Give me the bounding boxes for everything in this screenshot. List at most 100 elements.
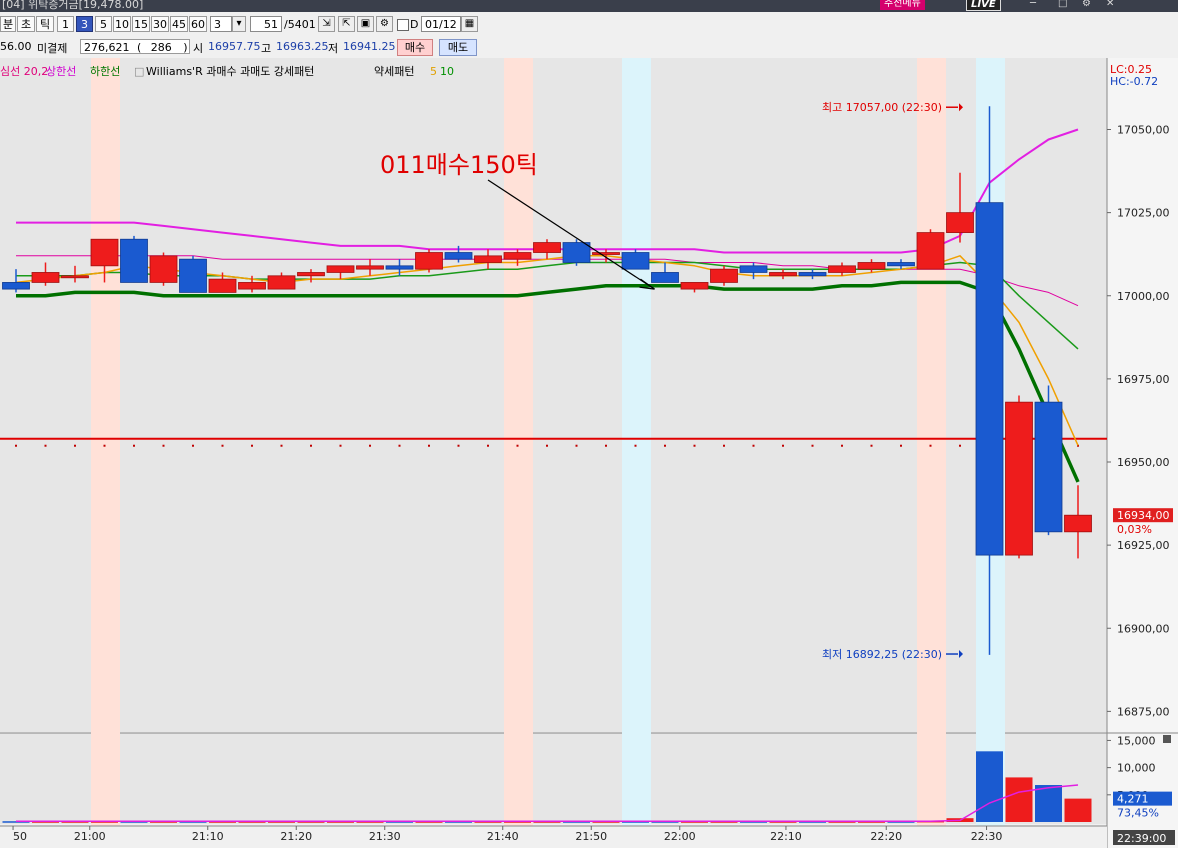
recommend-menu-button[interactable]: 추천메뉴 <box>880 0 925 10</box>
horizontal-line-dot-0 <box>15 444 17 447</box>
open-interest-value: 276,621 <box>84 41 130 54</box>
candle-body-11 <box>326 265 355 273</box>
x-tick-label-6: 21:50 <box>575 830 607 843</box>
candle-body-24 <box>710 268 738 283</box>
horizontal-line-dot-15 <box>457 444 460 447</box>
zoom-out-icon[interactable]: ⇱ <box>338 16 355 32</box>
legend-item-3: □ <box>134 65 144 78</box>
highlight-column-3 <box>917 58 946 828</box>
highlight-column-0 <box>91 58 120 828</box>
zoom-in-icon[interactable]: ⇲ <box>318 16 335 32</box>
y-tick-label-0: 17050,00 <box>1117 124 1170 137</box>
annotation-text: 011매수150틱 <box>380 151 538 179</box>
horizontal-line-dot-25 <box>752 444 755 447</box>
horizontal-line-dot-17 <box>516 444 519 447</box>
volume-bar-35 <box>1035 785 1062 822</box>
candle-body-31 <box>916 232 945 270</box>
open-value: 16957.75 <box>208 40 261 53</box>
x-tick-label-10: 22:30 <box>971 830 1003 843</box>
horizontal-line-dot-21 <box>634 444 637 447</box>
horizontal-line-dot-7 <box>221 444 224 447</box>
x-tick-label-5: 21:40 <box>487 830 519 843</box>
quote-bar: 56.00 미결제 276,621 ( 286 ) 시 16957.75 고 1… <box>0 37 1178 57</box>
close-icon[interactable]: ✕ <box>1106 0 1114 9</box>
volume-close-icon <box>1163 735 1171 743</box>
interval-10-button[interactable]: 10 <box>113 16 131 32</box>
period-tick-button[interactable]: 틱 <box>36 16 54 32</box>
horizontal-line-dot-5 <box>162 444 165 447</box>
y-axis-bg <box>1107 58 1178 848</box>
d-checkbox[interactable] <box>397 19 409 31</box>
candle-body-29 <box>857 262 886 270</box>
period-second-button[interactable]: 초 <box>17 16 35 32</box>
horizontal-line-dot-24 <box>723 444 725 447</box>
horizontal-line-dot-31 <box>929 444 932 447</box>
horizontal-line-dot-8 <box>251 444 253 447</box>
horizontal-line-dot-22 <box>664 444 666 447</box>
restore-icon[interactable]: □ <box>1058 0 1067 9</box>
interval-3-button[interactable]: 3 <box>76 16 93 32</box>
candle-body-23 <box>680 282 709 290</box>
candle-body-16 <box>474 255 502 263</box>
horizontal-line-dot-10 <box>310 444 312 447</box>
calendar-icon[interactable]: ▦ <box>461 16 478 32</box>
horizontal-line-dot-6 <box>192 444 194 447</box>
date-input[interactable]: 01/12 <box>421 16 461 32</box>
horizontal-line-dot-4 <box>133 444 135 447</box>
interval-5-button[interactable]: 5 <box>95 16 112 32</box>
horizontal-line-dot-12 <box>369 444 371 447</box>
interval-60-button[interactable]: 60 <box>189 16 207 32</box>
y-tick-label-7: 16875,00 <box>1117 705 1170 718</box>
high-label: 고 <box>261 42 272 55</box>
save-icon[interactable]: ▣ <box>357 16 374 32</box>
high-marker-label: 최고 17057,00 (22:30) <box>822 101 942 114</box>
candle-body-13 <box>385 265 414 270</box>
count-input[interactable]: 51 <box>250 16 282 32</box>
open-interest-change: 286 <box>150 41 172 54</box>
x-tick-label-1: 21:00 <box>74 830 106 843</box>
interval-1-button[interactable]: 1 <box>57 16 74 32</box>
candle-body-0 <box>2 282 30 290</box>
x-tick-label-4: 21:30 <box>369 830 401 843</box>
candle-body-28 <box>828 265 856 273</box>
horizontal-line-dot-3 <box>103 444 106 447</box>
legend-item-0: 심선 20,2 <box>0 65 48 78</box>
window-title: [04] 위탁증거금[19,478.00] <box>2 0 144 11</box>
settings-icon[interactable]: ⚙ <box>1082 0 1091 9</box>
price-chart[interactable]: 심선 20,2상한선 하한선 □ Williams'R 과매수 과매도 강세패턴 약세패… <box>0 58 1178 848</box>
horizontal-line-dot-28 <box>841 444 843 447</box>
buy-button[interactable]: 매수 <box>397 39 433 56</box>
horizontal-line-dot-11 <box>339 444 342 447</box>
x-tick-label-2: 21:10 <box>192 830 224 843</box>
volume-bar-33 <box>976 751 1003 822</box>
horizontal-line-dot-26 <box>782 444 784 447</box>
gear-icon[interactable]: ⚙ <box>376 16 393 32</box>
candle-body-26 <box>769 272 797 277</box>
chart-toolbar: 분 초 틱 1 3 5 10 15 30 45 60 3 ▾ 51 /5401 … <box>0 14 1178 35</box>
minimize-icon[interactable]: ─ <box>1030 0 1036 9</box>
count-total: /5401 <box>284 18 316 31</box>
interval-input[interactable]: 3 <box>210 16 232 32</box>
period-minute-button[interactable]: 분 <box>0 16 16 32</box>
volume-tag-value: 4,271 <box>1117 793 1149 806</box>
y-tick-label-4: 16950,00 <box>1117 456 1170 469</box>
interval-45-button[interactable]: 45 <box>170 16 188 32</box>
horizontal-line-dot-20 <box>605 444 607 447</box>
interval-15-button[interactable]: 15 <box>132 16 150 32</box>
live-badge[interactable]: LIVE <box>966 0 1001 11</box>
x-tick-label-3: 21:20 <box>280 830 312 843</box>
x-tick-label-7: 22:00 <box>664 830 696 843</box>
candle-body-32 <box>946 212 974 233</box>
candle-body-36 <box>1064 514 1092 533</box>
interval-30-button[interactable]: 30 <box>151 16 169 32</box>
horizontal-line-dot-16 <box>487 444 489 447</box>
legend-item-2: 하한선 <box>90 64 120 78</box>
sell-button[interactable]: 매도 <box>439 39 477 56</box>
legend-item-1: 상한선 <box>46 65 76 78</box>
prev-price: 56.00 <box>0 40 32 53</box>
candle-body-22 <box>651 272 679 283</box>
legend-item-7: 10 <box>440 65 454 78</box>
interval-dropdown-icon[interactable]: ▾ <box>232 16 246 32</box>
volume-y-tick-label-1: 10,000 <box>1117 762 1156 775</box>
candle-body-6 <box>179 258 207 293</box>
